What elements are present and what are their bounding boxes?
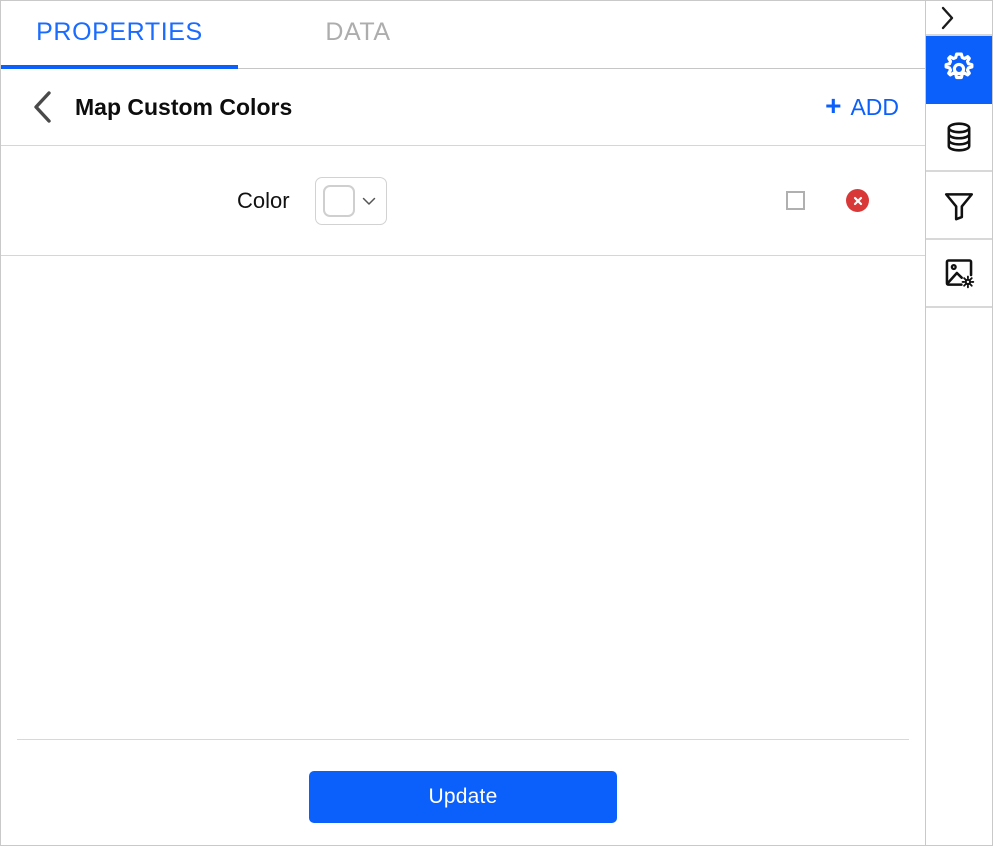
sidebar-item-image-settings[interactable] bbox=[926, 240, 992, 308]
panel-header: Map Custom Colors + ADD bbox=[1, 69, 925, 146]
image-settings-icon bbox=[945, 259, 975, 289]
database-icon bbox=[947, 122, 971, 152]
sidebar-item-expand-panel[interactable] bbox=[926, 1, 992, 36]
rail-empty-area bbox=[926, 308, 992, 845]
right-icon-rail bbox=[926, 1, 992, 845]
chevron-left-icon bbox=[34, 91, 51, 123]
row-checkbox[interactable] bbox=[786, 191, 805, 210]
delete-circle-icon bbox=[853, 196, 862, 205]
tab-bar: PROPERTIES DATA bbox=[1, 1, 925, 69]
add-color-button[interactable]: + ADD bbox=[823, 89, 901, 125]
left-panel: PROPERTIES DATA Map Custom Colors + ADD … bbox=[1, 1, 926, 845]
sidebar-item-settings[interactable] bbox=[926, 36, 992, 104]
sidebar-item-data-source[interactable] bbox=[926, 104, 992, 172]
filter-funnel-icon bbox=[944, 193, 974, 221]
tab-data[interactable]: DATA bbox=[238, 1, 478, 69]
plus-icon: + bbox=[825, 90, 842, 121]
gear-icon bbox=[944, 52, 974, 80]
update-button[interactable]: Update bbox=[309, 771, 617, 823]
table-row: Color bbox=[1, 146, 925, 256]
footer-divider bbox=[17, 739, 909, 740]
delete-row-button[interactable] bbox=[846, 189, 869, 212]
add-button-label: ADD bbox=[850, 93, 899, 120]
properties-panel-window: PROPERTIES DATA Map Custom Colors + ADD … bbox=[0, 0, 993, 846]
color-dropdown[interactable] bbox=[315, 176, 387, 225]
page-title: Map Custom Colors bbox=[75, 93, 293, 120]
panel-body-empty-area bbox=[1, 256, 925, 739]
update-button-wrap: Update bbox=[1, 771, 925, 823]
chevron-down-icon bbox=[362, 197, 376, 205]
tab-properties[interactable]: PROPERTIES bbox=[1, 1, 238, 69]
color-label: Color bbox=[237, 187, 290, 213]
panel-footer: Update bbox=[1, 739, 925, 845]
sidebar-item-filter[interactable] bbox=[926, 172, 992, 240]
chevron-right-icon bbox=[941, 6, 954, 29]
color-swatch bbox=[323, 184, 355, 217]
back-button[interactable] bbox=[23, 88, 61, 126]
color-rows-list: Color bbox=[1, 146, 925, 256]
